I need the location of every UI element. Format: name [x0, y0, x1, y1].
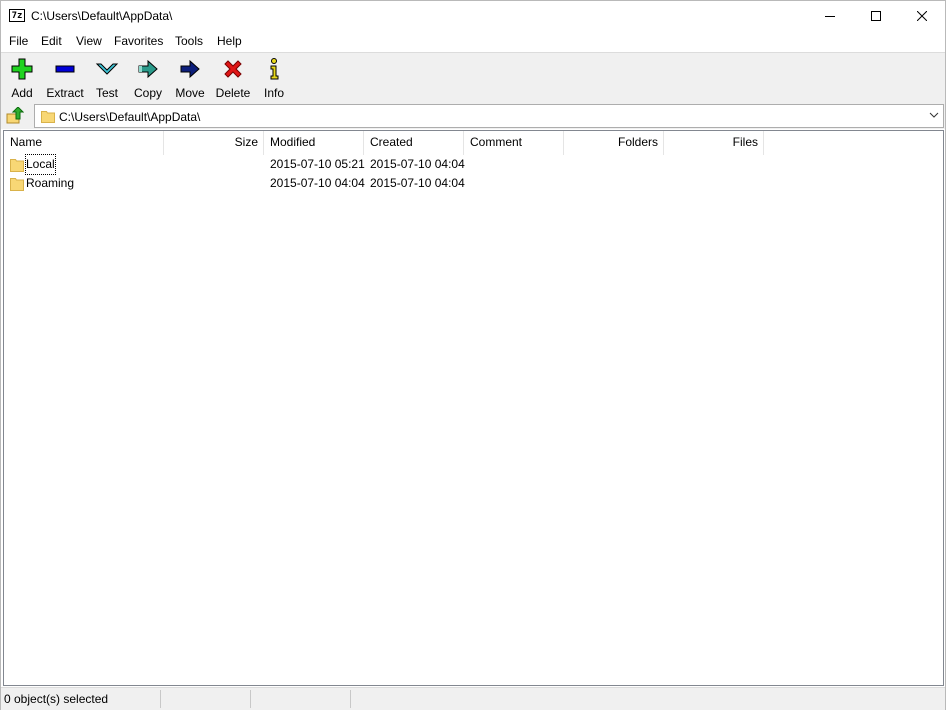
- test-button[interactable]: Test: [92, 57, 122, 100]
- minimize-icon: [825, 16, 835, 17]
- close-button[interactable]: [899, 1, 945, 31]
- close-icon: [917, 11, 927, 21]
- copy-button[interactable]: Copy: [131, 57, 165, 100]
- app-window: 7z C:\Users\Default\AppData\ File Edit V…: [0, 0, 946, 710]
- address-bar: C:\Users\Default\AppData\: [1, 103, 945, 129]
- delete-label: Delete: [215, 86, 251, 100]
- chevron-down-icon[interactable]: [929, 110, 939, 120]
- extract-icon: [55, 65, 75, 73]
- status-selected: 0 object(s) selected: [1, 690, 161, 708]
- move-icon: [180, 59, 200, 79]
- file-name: Local: [25, 154, 56, 175]
- test-icon: [95, 63, 119, 75]
- status-pane-3: [251, 690, 351, 708]
- status-bar: 0 object(s) selected: [1, 687, 945, 710]
- menu-edit[interactable]: Edit: [41, 34, 62, 48]
- move-label: Move: [175, 86, 205, 100]
- move-button[interactable]: Move: [173, 57, 207, 100]
- maximize-icon: [871, 11, 881, 21]
- copy-icon: [138, 59, 158, 79]
- info-label: Info: [263, 86, 284, 100]
- folder-icon: [10, 159, 24, 172]
- file-created: 2015-07-10 04:04: [370, 176, 465, 190]
- folder-up-icon: [6, 107, 24, 124]
- address-combobox[interactable]: C:\Users\Default\AppData\: [34, 104, 944, 128]
- window-title: C:\Users\Default\AppData\: [31, 9, 173, 23]
- table-row[interactable]: Roaming 2015-07-10 04:04 2015-07-10 04:0…: [4, 174, 943, 193]
- folder-icon: [41, 111, 55, 123]
- menu-help[interactable]: Help: [217, 34, 242, 48]
- file-modified: 2015-07-10 04:04: [270, 176, 365, 190]
- test-label: Test: [95, 86, 118, 100]
- column-size[interactable]: Size: [164, 131, 264, 155]
- copy-label: Copy: [133, 86, 162, 100]
- status-pane-2: [161, 690, 251, 708]
- column-created[interactable]: Created: [364, 131, 464, 155]
- file-modified: 2015-07-10 05:21: [270, 157, 365, 171]
- table-row[interactable]: Local 2015-07-10 05:21 2015-07-10 04:04: [4, 154, 943, 175]
- file-name: Roaming: [26, 176, 75, 190]
- up-folder-button[interactable]: [4, 106, 26, 126]
- folder-icon: [10, 178, 24, 191]
- column-files[interactable]: Files: [664, 131, 764, 155]
- info-button[interactable]: Info: [261, 57, 287, 100]
- column-modified[interactable]: Modified: [264, 131, 364, 155]
- add-label: Add: [11, 86, 33, 100]
- column-folders[interactable]: Folders: [564, 131, 664, 155]
- file-list[interactable]: Name Size Modified Created Comment Folde…: [3, 130, 944, 686]
- column-comment[interactable]: Comment: [464, 131, 564, 155]
- add-icon: [11, 58, 33, 80]
- menu-bar: File Edit View Favorites Tools Help: [1, 31, 945, 52]
- menu-tools[interactable]: Tools: [175, 34, 203, 48]
- menu-favorites[interactable]: Favorites: [114, 34, 163, 48]
- extract-button[interactable]: Extract: [45, 57, 85, 100]
- delete-icon: [224, 60, 242, 78]
- toolbar: Add Extract Test Copy Move Delete Info: [1, 52, 945, 103]
- add-button[interactable]: Add: [7, 57, 37, 100]
- extract-label: Extract: [46, 86, 84, 100]
- delete-button[interactable]: Delete: [214, 57, 252, 100]
- minimize-button[interactable]: [807, 1, 853, 31]
- address-path: C:\Users\Default\AppData\: [59, 110, 201, 124]
- menu-file[interactable]: File: [9, 34, 28, 48]
- column-name[interactable]: Name: [4, 131, 164, 155]
- file-created: 2015-07-10 04:04: [370, 157, 465, 171]
- title-bar: 7z C:\Users\Default\AppData\: [1, 1, 945, 31]
- maximize-button[interactable]: [853, 1, 899, 31]
- info-icon: [270, 58, 279, 80]
- app-icon: 7z: [9, 9, 25, 22]
- menu-view[interactable]: View: [76, 34, 102, 48]
